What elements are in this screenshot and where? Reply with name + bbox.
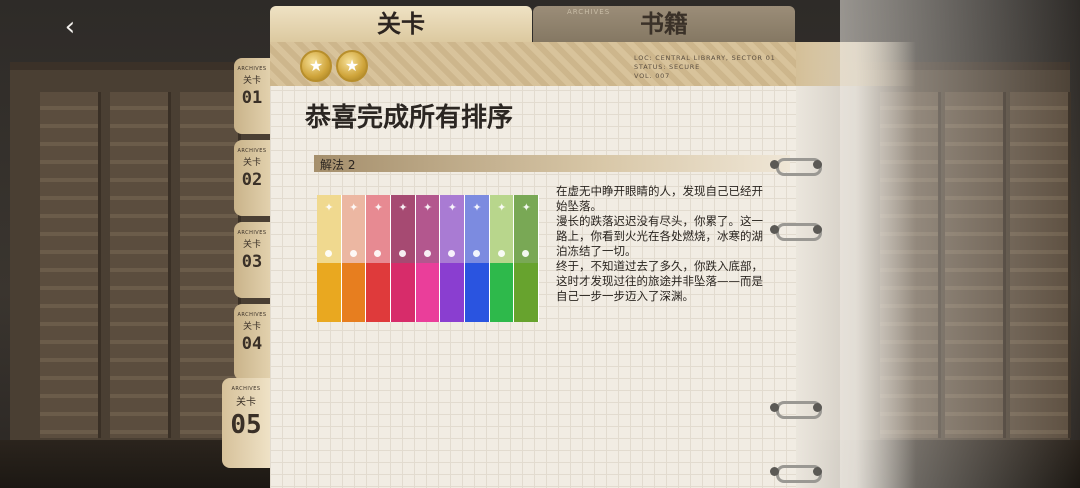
book-emblem-icon: ✦	[447, 201, 457, 214]
book-emblem-icon: ✦	[373, 201, 383, 214]
book-emblem-icon: ✦	[472, 201, 482, 214]
tab-books-subtitle: ARCHIVES	[567, 8, 611, 16]
story-paragraph: 漫长的跌落迟迟没有尽头，你累了。这一路上，你看到火光在各处燃烧，冰寒的湖泊冻结了…	[556, 214, 763, 258]
bookshelf-column	[110, 92, 171, 438]
story-paragraph: 终于，不知道过去了多久，你跌入底部，这时才发现过往的旅途并非坠落——而是自己一步…	[556, 259, 763, 303]
side-tab-number: 05	[230, 410, 262, 440]
binder-ring-icon	[770, 465, 822, 483]
book-emblem-icon: ✦	[521, 201, 531, 214]
book-spine: ✦	[317, 195, 341, 322]
star-medal-icon: ★	[336, 50, 368, 82]
side-tab-number: 03	[241, 252, 263, 272]
volume-label: VOL. 007	[634, 72, 671, 80]
solution-bar	[314, 155, 790, 172]
side-tab-level-03[interactable]: ARCHIVES 关卡 03	[234, 222, 270, 298]
back-button[interactable]: ‹	[56, 12, 84, 42]
book-spine: ✦	[440, 195, 465, 322]
star-medal-icon: ★	[300, 50, 332, 82]
book-emblem-icon: ✦	[324, 201, 334, 214]
location-label: LOC: CENTRAL LIBRARY, SECTOR 01	[634, 54, 776, 62]
solution-label: 解法 2	[320, 158, 356, 172]
binder-ring-icon	[770, 223, 822, 241]
side-tab-archives: ARCHIVES	[237, 312, 267, 318]
side-tab-archives: ARCHIVES	[237, 66, 267, 72]
bookshelf-column	[40, 92, 101, 438]
light-fade	[840, 0, 1080, 488]
binder-ring-icon	[770, 158, 822, 176]
side-tab-level: 关卡	[242, 240, 261, 250]
binder-ring-icon	[770, 401, 822, 419]
book-spine: ✦	[366, 195, 391, 322]
side-tab-archives: ARCHIVES	[237, 230, 267, 236]
side-tab-level-05[interactable]: ARCHIVES 关卡 05	[222, 378, 270, 468]
side-tab-number: 01	[241, 88, 263, 108]
book-spine: ✦	[341, 195, 366, 322]
book-spine: ✦	[514, 195, 539, 322]
side-tab-level: 关卡	[242, 322, 261, 332]
side-tab-level-02[interactable]: ARCHIVES 关卡 02	[234, 140, 270, 216]
side-tab-archives: ARCHIVES	[237, 148, 267, 154]
side-tab-archives: ARCHIVES	[231, 386, 261, 392]
book-emblem-icon: ✦	[423, 201, 433, 214]
side-tab-level-01[interactable]: ARCHIVES 关卡 01	[234, 58, 270, 134]
side-tab-number: 04	[241, 334, 263, 354]
side-tab-level: 关卡	[242, 158, 261, 168]
book-spine: ✦	[465, 195, 489, 322]
status-label: STATUS: SECURE	[634, 63, 700, 71]
tab-levels[interactable]: 关卡	[270, 6, 532, 42]
side-tab-level: 关卡	[236, 397, 256, 408]
book-emblem-icon: ✦	[398, 201, 408, 214]
sorted-books-image: ✦ ✦ ✦ ✦ ✦ ✦ ✦ ✦ ✦	[317, 195, 539, 322]
book-spine: ✦	[489, 195, 514, 322]
page-title: 恭喜完成所有排序	[305, 103, 514, 133]
book-emblem-icon: ✦	[349, 201, 359, 214]
book-spine: ✦	[415, 195, 440, 322]
story-paragraph: 在虚无中睁开眼睛的人，发现自己已经开始坠落。	[556, 184, 763, 213]
book-spine: ✦	[391, 195, 415, 322]
side-tab-level-04[interactable]: ARCHIVES 关卡 04	[234, 304, 270, 380]
side-tab-number: 02	[241, 170, 263, 190]
chevron-left-icon: ‹	[64, 12, 76, 42]
book-emblem-icon: ✦	[497, 201, 507, 214]
side-tab-level: 关卡	[242, 76, 261, 86]
